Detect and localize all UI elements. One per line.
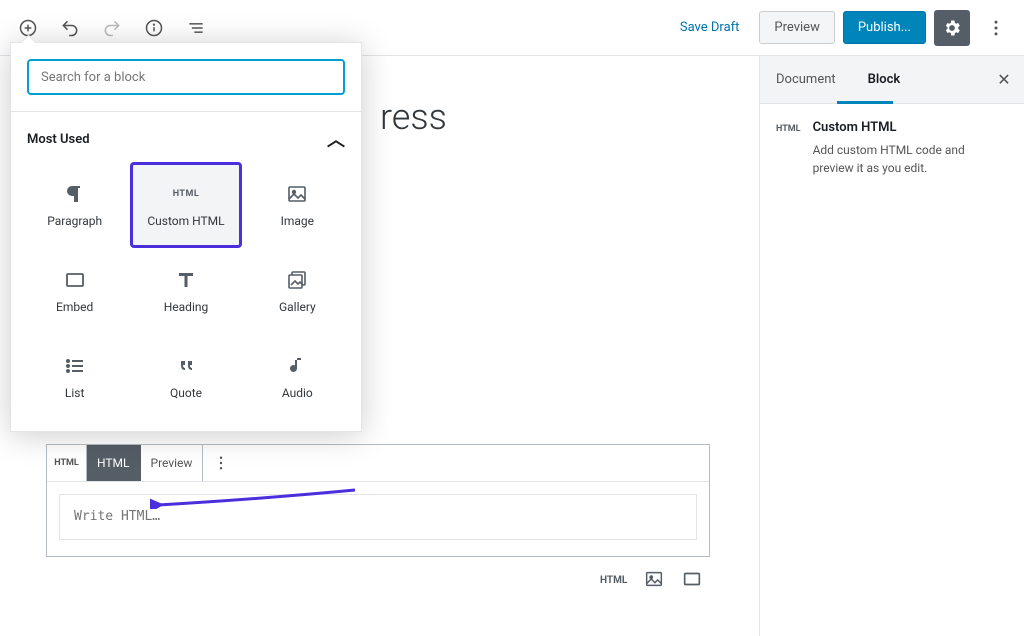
document-tab[interactable]: Document [760,56,852,103]
inserter-section-header[interactable]: Most Used ︿ [11,112,361,162]
image-icon [285,182,309,206]
html-icon: HTML [776,120,801,177]
image-quick-icon[interactable] [643,568,665,593]
block-item-embed[interactable]: Embed [19,248,130,334]
block-type-indicator[interactable]: HTML [47,445,87,481]
preview-tab[interactable]: Preview [141,445,204,481]
block-quick-inserter: HTML [600,568,703,593]
block-item-custom-html[interactable]: HTML Custom HTML [130,162,241,248]
gallery-icon [285,268,309,292]
block-item-list[interactable]: List [19,334,130,420]
block-toolbar: HTML HTML Preview [47,445,709,481]
embed-quick-icon[interactable] [681,568,703,593]
custom-html-block[interactable]: HTML HTML Preview [46,444,710,557]
annotation-arrow [150,487,360,509]
block-inserter-panel: Most Used ︿ Paragraph HTML Custom HTML I… [10,42,362,432]
tab-underline [837,101,893,104]
chevron-up-icon: ︿ [327,126,345,152]
settings-sidebar: Document Block ✕ HTML Custom HTML Add cu… [759,56,1024,636]
block-tab[interactable]: Block [852,56,917,103]
block-item-audio[interactable]: Audio [242,334,353,420]
block-item-paragraph[interactable]: Paragraph [19,162,130,248]
close-sidebar-button[interactable]: ✕ [984,56,1024,103]
html-quick-icon[interactable]: HTML [600,575,627,586]
html-icon: HTML [173,182,200,206]
block-item-heading[interactable]: Heading [130,248,241,334]
quote-icon [174,354,198,378]
paragraph-icon [63,182,87,206]
redo-button[interactable] [94,10,130,46]
block-item-image[interactable]: Image [242,162,353,248]
block-panel-description: Add custom HTML code and preview it as y… [813,141,1008,177]
list-icon [63,354,87,378]
settings-button[interactable] [934,10,970,46]
block-more-button[interactable] [203,454,239,472]
save-draft-button[interactable]: Save Draft [668,12,752,43]
block-item-gallery[interactable]: Gallery [242,248,353,334]
preview-button[interactable]: Preview [759,11,834,44]
block-inserter-results[interactable]: Most Used ︿ Paragraph HTML Custom HTML I… [11,111,361,431]
block-item-quote[interactable]: Quote [130,334,241,420]
embed-icon [63,268,87,292]
block-search-input[interactable] [27,59,345,95]
block-panel-title: Custom HTML [813,120,1008,135]
audio-icon [285,354,309,378]
more-menu-button[interactable] [978,10,1014,46]
content-info-button[interactable] [136,10,172,46]
html-tab[interactable]: HTML [87,445,141,481]
publish-button[interactable]: Publish... [843,11,926,44]
inserter-section-title: Most Used [27,132,90,147]
block-navigation-button[interactable] [178,10,214,46]
heading-icon [174,268,198,292]
undo-button[interactable] [52,10,88,46]
